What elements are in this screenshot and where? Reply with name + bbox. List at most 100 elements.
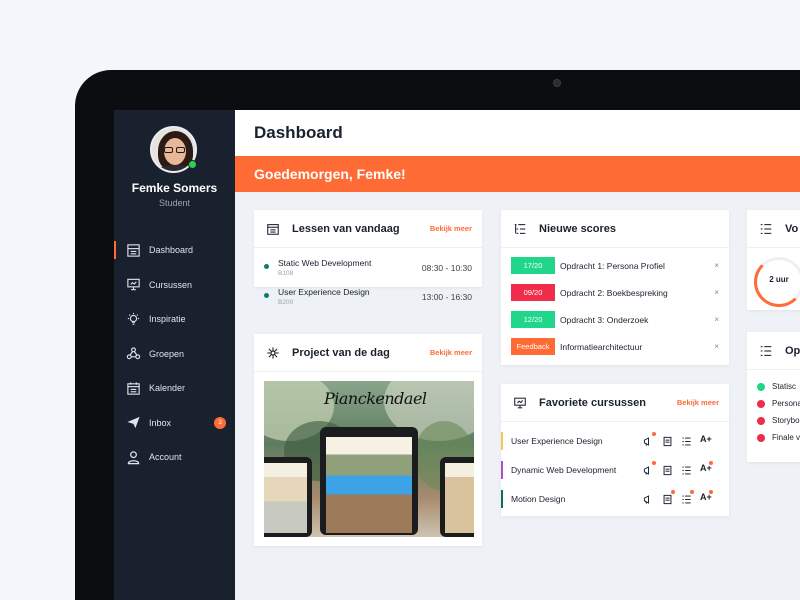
card-title: Favoriete cursussen xyxy=(539,396,646,409)
course-color-bar xyxy=(501,432,503,450)
presentation-icon xyxy=(514,397,526,408)
paper-plane-icon xyxy=(127,417,140,429)
score-description: Informatiearchitectuur xyxy=(560,341,643,352)
grades-icon[interactable]: A+ xyxy=(700,490,719,504)
list-item[interactable]: Storybo xyxy=(747,413,800,430)
progress-card: Vo 2 uur xyxy=(747,210,800,310)
document-icon[interactable] xyxy=(662,434,681,447)
sparkle-icon xyxy=(267,346,279,359)
megaphone-icon[interactable] xyxy=(643,461,662,475)
lesson-dot xyxy=(264,293,269,298)
sidebar-item-inbox[interactable]: Inbox 3 xyxy=(114,406,235,441)
feedback-badge: Feedback xyxy=(511,338,555,355)
list-item[interactable]: User Experience Design B200 13:00 - 16:3… xyxy=(254,281,482,310)
course-color-bar xyxy=(501,461,503,479)
card-title: Vo xyxy=(785,222,799,235)
sidebar-item-groepen[interactable]: Groepen xyxy=(114,337,235,372)
user-icon xyxy=(127,451,140,464)
user-name: Femke Somers xyxy=(131,181,218,195)
score-badge: 09/20 xyxy=(511,284,555,301)
lesson-time: 13:00 - 16:30 xyxy=(421,292,472,302)
group-icon xyxy=(126,347,141,360)
list-item[interactable]: Feedback Informatiearchitectuur × xyxy=(501,333,729,360)
document-icon[interactable] xyxy=(662,463,681,476)
favorites-card: Favoriete cursussen Bekijk meer User Exp… xyxy=(501,384,729,516)
sidebar-item-inspiratie[interactable]: Inspiratie xyxy=(114,302,235,337)
presentation-icon xyxy=(127,279,140,291)
sidebar-item-cursussen[interactable]: Cursussen xyxy=(114,268,235,303)
task-open-icon xyxy=(757,400,765,408)
list-item[interactable]: Static Web Development B108 08:30 - 10:3… xyxy=(254,252,482,281)
list-item[interactable]: Motion Design A+ xyxy=(501,484,729,513)
list-item[interactable]: Finale v xyxy=(747,430,800,447)
lessons-card: Lessen van vandaag Bekijk meer Static We… xyxy=(254,210,482,306)
course-name: User Experience Design xyxy=(511,436,603,446)
close-icon[interactable]: × xyxy=(714,315,719,324)
sidebar-item-label: Account xyxy=(149,452,182,463)
project-image[interactable]: Pianckendael xyxy=(264,381,474,537)
score-badge: 12/20 xyxy=(511,311,555,328)
score-description: Opdracht 3: Onderzoek xyxy=(560,314,649,325)
favorites-more-link[interactable]: Bekijk meer xyxy=(677,398,719,407)
document-icon[interactable] xyxy=(662,490,681,505)
score-badge: 17/20 xyxy=(511,257,555,274)
close-icon[interactable]: × xyxy=(714,261,719,270)
list-item[interactable]: 12/20 Opdracht 3: Onderzoek × xyxy=(501,306,729,333)
checklist-icon[interactable] xyxy=(681,490,700,504)
lesson-name: Static Web Development xyxy=(278,258,372,268)
list-item[interactable]: 09/20 Opdracht 2: Boekbespreking × xyxy=(501,279,729,306)
lesson-dot xyxy=(264,264,269,269)
grades-icon[interactable]: A+ xyxy=(700,434,719,446)
online-status-icon xyxy=(188,160,197,169)
close-icon[interactable]: × xyxy=(714,342,719,351)
checklist-icon[interactable] xyxy=(681,434,700,446)
lesson-room: B108 xyxy=(278,270,294,277)
screen: Femke Somers Student Dashboard Cursussen… xyxy=(114,110,800,600)
sidebar-item-label: Inspiratie xyxy=(149,314,186,325)
sidebar-item-label: Groepen xyxy=(149,348,185,359)
top-bar: Dashboard xyxy=(235,110,800,156)
greeting-text: Goedemorgen, Femke! xyxy=(254,166,406,182)
camera-icon xyxy=(553,79,561,87)
user-role: Student xyxy=(158,198,191,208)
hours-label: 2 uur xyxy=(769,275,789,284)
task-name: Finale v xyxy=(772,433,800,442)
page-title: Dashboard xyxy=(254,123,343,142)
sidebar: Femke Somers Student Dashboard Cursussen… xyxy=(114,110,235,600)
megaphone-icon[interactable] xyxy=(643,432,662,446)
greeting-banner: Goedemorgen, Femke! xyxy=(235,156,800,192)
list-item[interactable]: Persona xyxy=(747,396,800,413)
list-item[interactable]: 17/20 Opdracht 1: Persona Profiel × xyxy=(501,252,729,279)
card-title: Project van de dag xyxy=(292,346,390,359)
sidebar-item-dashboard[interactable]: Dashboard xyxy=(114,233,235,268)
course-color-bar xyxy=(501,490,503,508)
close-icon[interactable]: × xyxy=(714,288,719,297)
lightbulb-icon xyxy=(127,312,140,325)
course-name: Dynamic Web Development xyxy=(511,465,617,475)
sidebar-item-label: Dashboard xyxy=(149,245,194,256)
megaphone-icon[interactable] xyxy=(643,492,662,504)
list-icon xyxy=(514,223,526,234)
task-name: Persona xyxy=(772,399,800,408)
task-name: Storybo xyxy=(772,416,800,425)
grades-icon[interactable]: A+ xyxy=(700,461,719,475)
list-icon xyxy=(760,223,772,234)
scores-card: Nieuwe scores 17/20 Opdracht 1: Persona … xyxy=(501,210,729,365)
calendar-icon xyxy=(267,223,279,235)
sidebar-item-kalender[interactable]: Kalender xyxy=(114,371,235,406)
inbox-count-badge: 3 xyxy=(214,416,226,429)
checklist-icon[interactable] xyxy=(681,463,700,475)
score-description: Opdracht 2: Boekbespreking xyxy=(560,287,668,298)
list-item[interactable]: Dynamic Web Development A+ xyxy=(501,455,729,484)
task-done-icon xyxy=(757,383,765,391)
project-more-link[interactable]: Bekijk meer xyxy=(430,348,472,357)
task-name: Statisc xyxy=(772,382,797,391)
sidebar-item-account[interactable]: Account xyxy=(114,440,235,475)
card-title: Op xyxy=(785,344,800,357)
list-icon xyxy=(760,345,772,356)
lessons-more-link[interactable]: Bekijk meer xyxy=(430,224,472,233)
card-title: Lessen van vandaag xyxy=(292,222,400,235)
list-item[interactable]: User Experience Design A+ xyxy=(501,426,729,455)
list-item[interactable]: Statisc xyxy=(747,379,800,396)
task-open-icon xyxy=(757,434,765,442)
